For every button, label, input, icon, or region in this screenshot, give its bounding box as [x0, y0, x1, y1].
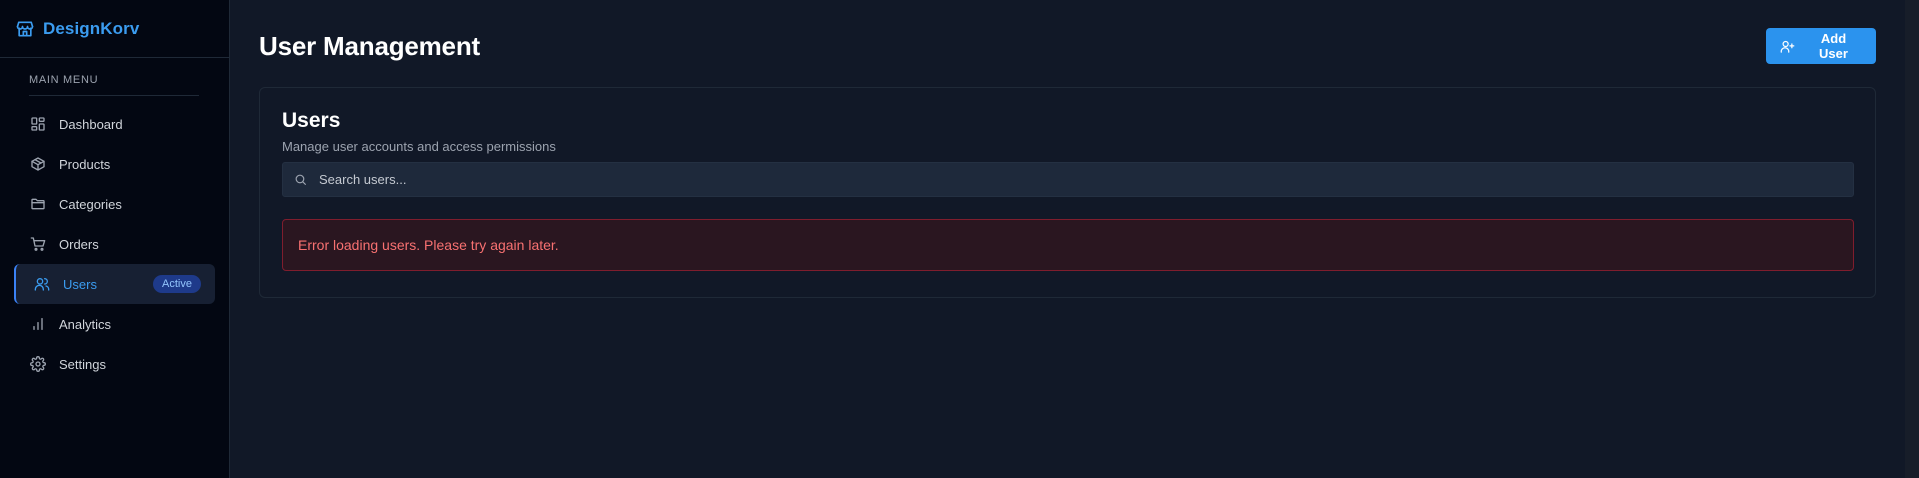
section-divider: [29, 95, 199, 96]
sidebar-item-dashboard[interactable]: Dashboard: [14, 104, 215, 144]
sidebar-item-users[interactable]: Users Active: [14, 264, 215, 304]
app-root: DesignKorv MAIN MENU Dashboard Products …: [0, 0, 1919, 478]
users-card: Users Manage user accounts and access pe…: [259, 87, 1876, 298]
sidebar-item-label: Categories: [59, 196, 122, 212]
user-plus-icon: [1780, 39, 1795, 54]
sidebar-item-label: Orders: [59, 236, 99, 252]
folder-icon: [29, 195, 47, 213]
card-subtitle: Manage user accounts and access permissi…: [282, 139, 556, 154]
error-alert: Error loading users. Please try again la…: [282, 219, 1854, 271]
sidebar-nav: Dashboard Products Categories Orders Use…: [0, 104, 229, 384]
page-scrollbar[interactable]: [1905, 0, 1919, 478]
sidebar-item-products[interactable]: Products: [14, 144, 215, 184]
sidebar: DesignKorv MAIN MENU Dashboard Products …: [0, 0, 230, 478]
brand[interactable]: DesignKorv: [0, 0, 229, 58]
error-message: Error loading users. Please try again la…: [298, 237, 559, 253]
page-title: User Management: [259, 31, 480, 61]
active-badge: Active: [153, 275, 201, 293]
dashboard-icon: [29, 115, 47, 133]
sidebar-item-label: Settings: [59, 356, 106, 372]
section-label-main-menu: MAIN MENU: [29, 74, 99, 86]
package-icon: [29, 155, 47, 173]
add-user-button[interactable]: Add User: [1766, 28, 1876, 64]
sidebar-item-categories[interactable]: Categories: [14, 184, 215, 224]
search-input[interactable]: [319, 172, 1853, 187]
sidebar-item-orders[interactable]: Orders: [14, 224, 215, 264]
card-title: Users: [282, 109, 341, 132]
sidebar-item-analytics[interactable]: Analytics: [14, 304, 215, 344]
sidebar-item-settings[interactable]: Settings: [14, 344, 215, 384]
users-icon: [33, 275, 51, 293]
sidebar-item-label: Analytics: [59, 316, 112, 332]
sidebar-item-label: Products: [59, 156, 111, 172]
add-user-button-label: Add User: [1819, 31, 1848, 61]
page-header: User Management Add User: [259, 0, 1876, 87]
sidebar-item-label: Dashboard: [59, 116, 123, 132]
cart-icon: [29, 235, 47, 253]
gear-icon: [29, 355, 47, 373]
search-box: [282, 162, 1854, 197]
brand-name: DesignKorv: [43, 18, 140, 38]
store-icon: [15, 19, 35, 39]
bar-chart-icon: [29, 315, 47, 333]
sidebar-item-label: Users: [63, 276, 97, 292]
search-icon: [294, 173, 308, 187]
main-content: User Management Add User Users Manage us…: [230, 0, 1919, 478]
